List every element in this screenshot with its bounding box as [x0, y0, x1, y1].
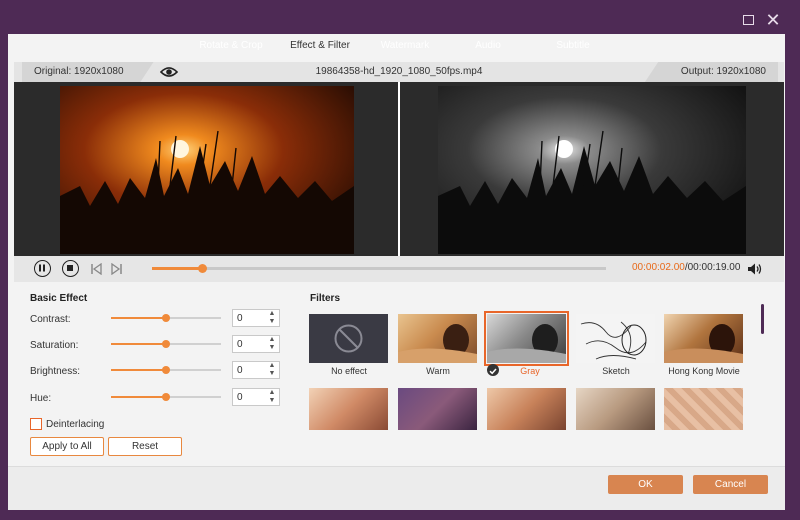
- brightness-slider[interactable]: [111, 366, 221, 374]
- playback-bar: 00:00:02.00/00:00:19.00: [14, 256, 784, 282]
- brightness-label: Brightness:: [30, 366, 81, 377]
- saturation-slider[interactable]: [111, 340, 221, 348]
- progress-fill: [152, 267, 202, 270]
- total-time: /00:00:19.00: [684, 262, 741, 273]
- progress-slider[interactable]: [152, 264, 606, 273]
- time-display: 00:00:02.00/00:00:19.00: [632, 262, 740, 273]
- ok-button[interactable]: OK: [608, 475, 683, 494]
- tab-effect-filter[interactable]: Effect & Filter: [280, 34, 360, 58]
- deinterlacing-label: Deinterlacing: [46, 419, 105, 430]
- brightness-stepper[interactable]: 0 ▲ ▼: [232, 361, 280, 379]
- reset-button[interactable]: Reset: [108, 437, 182, 456]
- filter-thumb-row2-2[interactable]: [398, 388, 477, 430]
- filter-thumb-row2-5[interactable]: [664, 388, 743, 430]
- progress-handle[interactable]: [197, 264, 207, 273]
- pause-icon: [39, 264, 45, 272]
- saturation-up-icon[interactable]: ▲: [267, 336, 277, 344]
- contrast-label: Contrast:: [30, 314, 71, 325]
- hue-up-icon[interactable]: ▲: [267, 389, 277, 397]
- filter-label-gray: Gray: [520, 366, 540, 376]
- hue-value[interactable]: 0: [237, 392, 243, 403]
- output-resolution: Output: 1920x1080: [644, 62, 778, 82]
- contrast-slider[interactable]: [111, 314, 221, 322]
- contrast-down-icon[interactable]: ▼: [267, 318, 277, 326]
- brightness-down-icon[interactable]: ▼: [267, 370, 277, 378]
- filters-title: Filters: [310, 293, 341, 304]
- original-preview-image: [60, 86, 354, 254]
- brightness-slider-fill: [111, 369, 166, 371]
- saturation-stepper[interactable]: 0 ▲ ▼: [232, 335, 280, 353]
- brightness-slider-handle[interactable]: [162, 366, 170, 374]
- filter-label-hong-kong-movie: Hong Kong Movie: [668, 366, 740, 376]
- filter-thumb-warm[interactable]: [398, 314, 477, 363]
- stop-button[interactable]: [62, 260, 79, 277]
- next-frame-icon[interactable]: [111, 263, 123, 275]
- saturation-value[interactable]: 0: [237, 339, 243, 350]
- volume-icon[interactable]: [747, 262, 762, 276]
- deinterlacing-checkbox[interactable]: [30, 418, 42, 430]
- filter-label-sketch: Sketch: [602, 366, 630, 376]
- hue-down-icon[interactable]: ▼: [267, 397, 277, 405]
- filter-label-warm: Warm: [426, 366, 450, 376]
- brightness-up-icon[interactable]: ▲: [267, 362, 277, 370]
- info-bar: Original: 1920x1080 19864358-hd_1920_108…: [14, 62, 784, 82]
- brightness-value[interactable]: 0: [237, 365, 243, 376]
- filter-thumb-no-effect[interactable]: [309, 314, 388, 363]
- saturation-down-icon[interactable]: ▼: [267, 344, 277, 352]
- filter-thumb-row2-3[interactable]: [487, 388, 566, 430]
- filter-thumb-row2-4[interactable]: [576, 388, 655, 430]
- basic-effect-title: Basic Effect: [30, 293, 88, 304]
- tab-subtitle[interactable]: Subtitle: [540, 34, 606, 58]
- no-effect-icon: [334, 324, 363, 353]
- hue-stepper[interactable]: 0 ▲ ▼: [232, 388, 280, 406]
- filter-thumb-hong-kong-movie[interactable]: [664, 314, 743, 363]
- contrast-value[interactable]: 0: [237, 313, 243, 324]
- cancel-button[interactable]: Cancel: [693, 475, 768, 494]
- pause-button[interactable]: [34, 260, 51, 277]
- output-preview-image: [438, 86, 746, 254]
- tab-rotate-crop[interactable]: Rotate & Crop: [190, 34, 272, 58]
- tab-audio[interactable]: Audio: [455, 34, 521, 58]
- hue-label: Hue:: [30, 393, 52, 404]
- saturation-label: Saturation:: [30, 340, 79, 351]
- saturation-slider-fill: [111, 343, 166, 345]
- hue-slider-fill: [111, 396, 166, 398]
- maximize-icon[interactable]: [740, 12, 756, 28]
- hue-slider[interactable]: [111, 393, 221, 401]
- contrast-up-icon[interactable]: ▲: [267, 310, 277, 318]
- current-time: 00:00:02.00: [632, 262, 685, 273]
- contrast-slider-handle[interactable]: [162, 314, 170, 322]
- preview-area: [14, 82, 784, 256]
- saturation-slider-handle[interactable]: [162, 340, 170, 348]
- filter-label-no-effect: No effect: [331, 366, 367, 376]
- contrast-stepper[interactable]: 0 ▲ ▼: [232, 309, 280, 327]
- filter-thumb-gray[interactable]: [484, 311, 569, 366]
- hue-slider-handle[interactable]: [162, 393, 170, 401]
- previous-frame-icon[interactable]: [90, 263, 102, 275]
- stop-icon: [67, 265, 73, 271]
- filter-thumb-sketch[interactable]: [576, 314, 655, 363]
- tab-watermark[interactable]: Watermark: [368, 34, 442, 58]
- contrast-slider-fill: [111, 317, 166, 319]
- filter-thumb-row2-1[interactable]: [309, 388, 388, 430]
- filters-scrollbar[interactable]: [761, 304, 764, 334]
- apply-to-all-button[interactable]: Apply to All: [30, 437, 104, 456]
- close-icon[interactable]: ✕: [765, 11, 781, 29]
- preview-divider: [398, 82, 400, 256]
